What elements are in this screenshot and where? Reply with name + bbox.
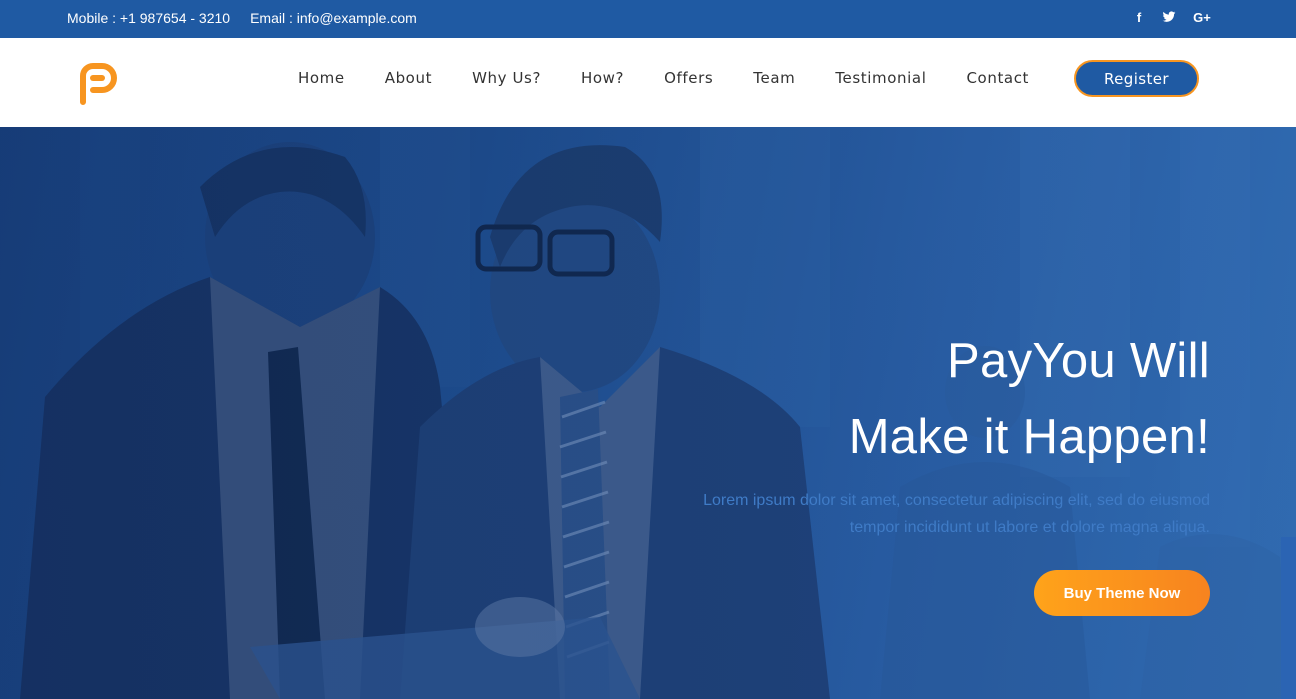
contact-info: Mobile : +1 987654 - 3210 Email : info@e… [67,10,417,26]
top-contact-bar: Mobile : +1 987654 - 3210 Email : info@e… [0,0,1296,38]
buy-theme-button[interactable]: Buy Theme Now [1034,570,1210,616]
nav-why-us[interactable]: Why Us? [472,69,541,87]
site-header: Home About Why Us? How? Offers Team Test… [0,38,1296,127]
nav-home[interactable]: Home [298,69,345,87]
nav-how[interactable]: How? [581,69,624,87]
hero-title: PayYou Will Make it Happen! [610,323,1210,475]
register-button[interactable]: Register [1074,60,1199,97]
hero-banner: PayYou Will Make it Happen! Lorem ipsum … [0,127,1296,699]
hero-title-line-1: PayYou Will [947,334,1210,388]
facebook-icon[interactable]: f [1132,9,1146,25]
email-address[interactable]: Email : info@example.com [250,10,417,26]
hero-description-line-1: Lorem ipsum dolor sit amet, consectetur … [703,492,1210,509]
payyou-logo-icon[interactable] [78,62,118,106]
nav-testimonial[interactable]: Testimonial [835,69,926,87]
hero-title-line-2: Make it Happen! [848,410,1210,464]
main-nav: Home About Why Us? How? Offers Team Test… [298,69,1029,87]
nav-team[interactable]: Team [753,69,795,87]
google-plus-icon[interactable]: G+ [1192,9,1212,25]
scroll-bar[interactable] [1281,537,1296,699]
mobile-number: Mobile : +1 987654 - 3210 [67,10,231,26]
hero-description-line-2: tempor incididunt ut labore et dolore ma… [849,519,1210,536]
social-links: f G+ [1132,9,1212,25]
twitter-icon[interactable] [1162,9,1176,25]
nav-offers[interactable]: Offers [664,69,713,87]
nav-about[interactable]: About [385,69,432,87]
nav-contact[interactable]: Contact [966,69,1029,87]
hero-description: Lorem ipsum dolor sit amet, consectetur … [650,487,1210,541]
